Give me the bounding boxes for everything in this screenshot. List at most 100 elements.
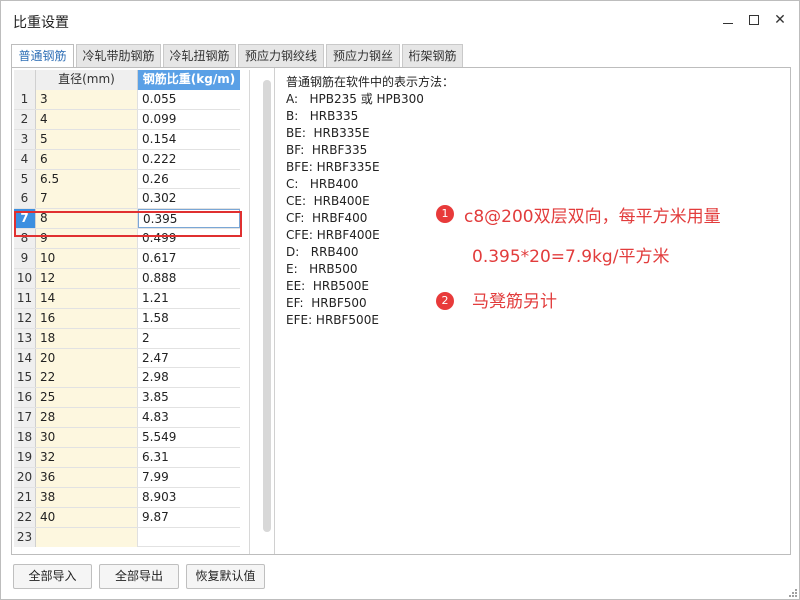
import-all-button[interactable]: 全部导入 <box>13 564 92 589</box>
diameter-cell[interactable]: 10 <box>36 249 138 269</box>
row-number-cell[interactable]: 1 <box>14 90 36 109</box>
weight-cell[interactable]: 0.499 <box>138 229 240 248</box>
resize-grip-icon[interactable] <box>787 587 797 597</box>
row-number-cell[interactable]: 13 <box>14 328 36 348</box>
table-row[interactable]: 7 8 0.395 <box>14 209 240 230</box>
row-number-cell[interactable]: 11 <box>14 288 36 308</box>
tab-truss-rebar[interactable]: 桁架钢筋 <box>402 44 463 67</box>
table-row[interactable]: 11 14 1.21 <box>14 288 240 309</box>
row-number-cell[interactable]: 2 <box>14 109 36 129</box>
weight-cell[interactable]: 0.055 <box>138 90 240 109</box>
row-number-cell[interactable]: 17 <box>14 408 36 428</box>
table-row[interactable]: 13 18 2 <box>14 328 240 349</box>
weight-cell[interactable]: 8.903 <box>138 488 240 507</box>
row-number-cell[interactable]: 15 <box>14 368 36 388</box>
export-all-button[interactable]: 全部导出 <box>99 564 179 589</box>
weight-cell[interactable] <box>138 528 240 547</box>
weight-cell[interactable]: 1.58 <box>138 309 240 328</box>
weight-cell[interactable]: 0.26 <box>138 170 240 189</box>
tab-cold-rolled-ribbed[interactable]: 冷轧带肋钢筋 <box>76 44 161 67</box>
weight-cell[interactable]: 3.85 <box>138 388 240 407</box>
diameter-cell[interactable]: 20 <box>36 348 138 368</box>
weight-cell[interactable]: 4.83 <box>138 408 240 427</box>
table-row[interactable]: 23 <box>14 527 240 548</box>
row-number-cell[interactable]: 19 <box>14 448 36 468</box>
weight-cell[interactable]: 0.154 <box>138 130 240 149</box>
row-number-cell[interactable]: 7 <box>14 209 36 229</box>
row-number-cell[interactable]: 16 <box>14 388 36 408</box>
vertical-scrollbar[interactable] <box>263 80 271 532</box>
table-row[interactable]: 14 20 2.47 <box>14 348 240 369</box>
weight-cell[interactable]: 2.47 <box>138 349 240 368</box>
weight-cell[interactable]: 0.222 <box>138 150 240 169</box>
table-row[interactable]: 18 30 5.549 <box>14 428 240 449</box>
diameter-cell[interactable]: 5 <box>36 129 138 149</box>
table-row[interactable]: 9 10 0.617 <box>14 249 240 270</box>
diameter-cell[interactable]: 25 <box>36 388 138 408</box>
weight-cell[interactable]: 2.98 <box>138 368 240 387</box>
diameter-cell[interactable]: 4 <box>36 109 138 129</box>
weight-cell[interactable]: 0.099 <box>138 110 240 129</box>
tab-cold-rolled-twisted[interactable]: 冷轧扭钢筋 <box>163 44 236 67</box>
diameter-cell[interactable] <box>36 527 138 547</box>
weight-cell[interactable]: 1.21 <box>138 289 240 308</box>
row-number-cell[interactable]: 5 <box>14 169 36 189</box>
table-row[interactable]: 3 5 0.154 <box>14 129 240 150</box>
restore-default-button[interactable]: 恢复默认值 <box>186 564 265 589</box>
diameter-cell[interactable]: 38 <box>36 487 138 507</box>
table-row[interactable]: 15 22 2.98 <box>14 368 240 389</box>
table-row[interactable]: 6 7 0.302 <box>14 189 240 210</box>
table-row[interactable]: 5 6.5 0.26 <box>14 169 240 190</box>
tab-prestressed-wire[interactable]: 预应力钢丝 <box>326 44 400 67</box>
row-number-cell[interactable]: 6 <box>14 189 36 209</box>
diameter-cell[interactable]: 32 <box>36 448 138 468</box>
row-number-cell[interactable]: 10 <box>14 269 36 289</box>
maximize-button[interactable] <box>743 9 765 31</box>
row-number-cell[interactable]: 22 <box>14 507 36 527</box>
table-row[interactable]: 22 40 9.87 <box>14 507 240 528</box>
minimize-button[interactable] <box>717 9 739 31</box>
diameter-cell[interactable]: 12 <box>36 269 138 289</box>
diameter-cell[interactable]: 6.5 <box>36 169 138 189</box>
weight-column-header[interactable]: 钢筋比重(kg/m) <box>138 70 240 90</box>
tab-prestressed-strand[interactable]: 预应力钢绞线 <box>238 44 324 67</box>
row-number-cell[interactable]: 8 <box>14 229 36 249</box>
table-row[interactable]: 17 28 4.83 <box>14 408 240 429</box>
weight-cell[interactable]: 6.31 <box>138 448 240 467</box>
diameter-cell[interactable]: 40 <box>36 507 138 527</box>
table-row[interactable]: 20 36 7.99 <box>14 467 240 488</box>
weight-cell[interactable]: 0.888 <box>138 269 240 288</box>
row-number-cell[interactable]: 14 <box>14 348 36 368</box>
weight-cell[interactable]: 7.99 <box>138 468 240 487</box>
diameter-column-header[interactable]: 直径(mm) <box>36 70 138 90</box>
weight-cell[interactable]: 0.617 <box>138 249 240 268</box>
row-number-cell[interactable]: 4 <box>14 149 36 169</box>
table-row[interactable]: 10 12 0.888 <box>14 269 240 289</box>
diameter-cell[interactable]: 22 <box>36 368 138 388</box>
row-number-cell[interactable]: 18 <box>14 428 36 448</box>
diameter-cell[interactable]: 6 <box>36 149 138 169</box>
table-row[interactable]: 19 32 6.31 <box>14 448 240 468</box>
diameter-cell[interactable]: 28 <box>36 408 138 428</box>
diameter-cell[interactable]: 36 <box>36 467 138 487</box>
table-row[interactable]: 16 25 3.85 <box>14 388 240 409</box>
tab-regular-rebar[interactable]: 普通钢筋 <box>11 44 74 68</box>
scrollbar-thumb[interactable] <box>263 80 271 532</box>
row-number-cell[interactable]: 21 <box>14 487 36 507</box>
diameter-cell[interactable]: 30 <box>36 428 138 448</box>
table-row[interactable]: 1 3 0.055 <box>14 90 240 110</box>
diameter-cell[interactable]: 16 <box>36 308 138 328</box>
table-row[interactable]: 4 6 0.222 <box>14 149 240 170</box>
row-number-cell[interactable]: 23 <box>14 527 36 547</box>
diameter-cell[interactable]: 14 <box>36 288 138 308</box>
diameter-cell[interactable]: 8 <box>36 209 138 229</box>
weight-cell[interactable]: 9.87 <box>138 508 240 527</box>
table-row[interactable]: 21 38 8.903 <box>14 487 240 508</box>
row-number-cell[interactable]: 9 <box>14 249 36 269</box>
weight-cell[interactable]: 5.549 <box>138 428 240 447</box>
close-button[interactable]: ✕ <box>769 9 791 31</box>
row-number-cell[interactable]: 20 <box>14 467 36 487</box>
diameter-cell[interactable]: 9 <box>36 229 138 249</box>
diameter-cell[interactable]: 7 <box>36 189 138 209</box>
row-number-cell[interactable]: 3 <box>14 129 36 149</box>
